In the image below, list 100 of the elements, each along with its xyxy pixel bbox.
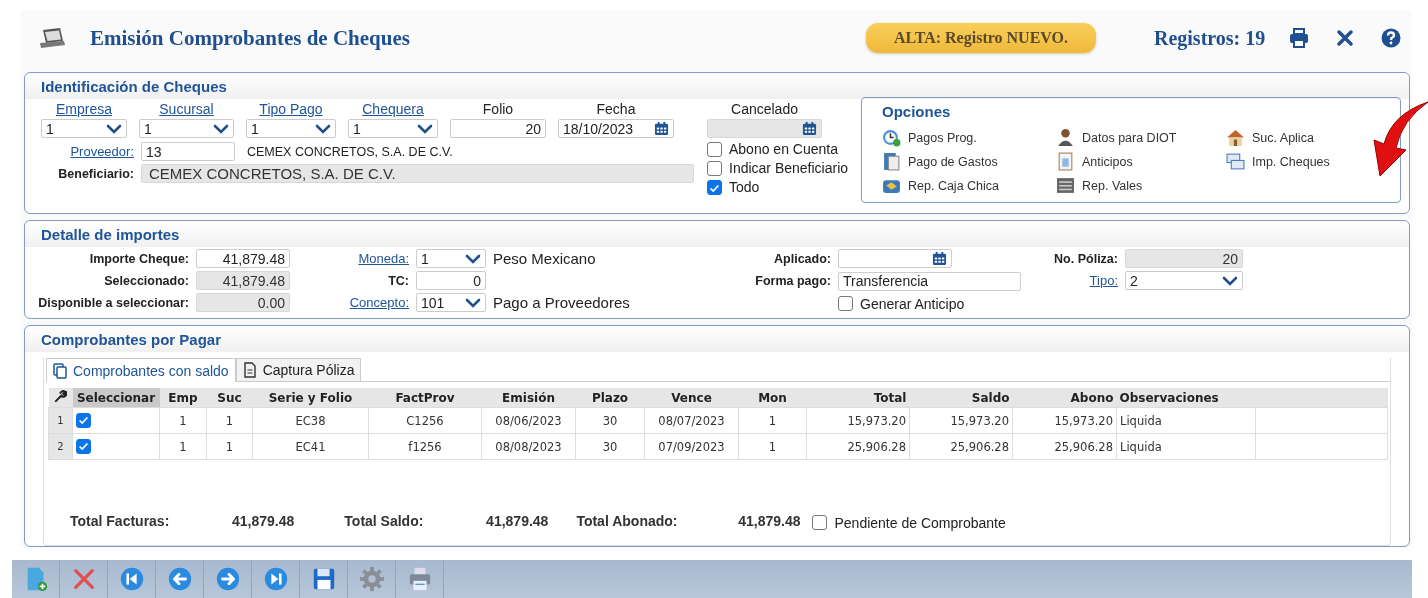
field-label: Seleccionado: [103,273,190,288]
checkbox[interactable] [707,160,722,176]
field-link[interactable]: Sucursal [139,101,234,117]
wrench-icon[interactable] [54,389,67,403]
table-cell: 25,906.28 [1012,433,1117,460]
field-link[interactable]: Tipo Pago [246,101,336,117]
column-header[interactable]: Suc [206,388,253,408]
table-cell: 1 [159,407,207,434]
column-header[interactable]: Observaciones [1116,388,1256,408]
table-cell: 08/07/2023 [644,407,739,434]
table-cell: Liquida [1116,433,1256,460]
column-header[interactable]: Plazo [575,388,645,408]
table-cell: C1256 [368,407,482,434]
field-label: Cancelado [730,101,799,117]
option-link[interactable]: Pagos Prog. [882,128,977,147]
record-count: Registros: 19 [1154,26,1266,50]
field-link[interactable]: Proveedor: [41,144,141,159]
date-field[interactable]: 18/10/2023 [558,119,674,138]
checkbox[interactable] [812,515,828,530]
select-field[interactable]: 101 [416,293,486,312]
person-icon [1056,128,1075,147]
field-label: Fecha [595,101,637,117]
field-link[interactable]: Chequera [348,101,438,117]
field-label: Disponible a seleccionar: [37,295,190,310]
option-link[interactable]: Imp. Cheques [1226,152,1330,171]
checkbox[interactable] [76,413,91,428]
table-cell: 08/06/2023 [481,407,576,434]
column-header[interactable]: Emp [159,388,207,408]
select-field[interactable]: 1 [139,119,234,138]
calendar-icon[interactable] [932,251,947,267]
column-header[interactable]: Vence [644,388,739,408]
column-header[interactable]: Seleccionar [72,388,160,408]
checkbox[interactable] [707,179,722,195]
option-link[interactable]: Pago de Gastos [882,152,998,171]
laptop-icon [38,27,66,49]
select-field[interactable]: 1 [246,119,336,138]
select-field[interactable]: 1 [41,119,127,138]
tab[interactable]: Captura Póliza [235,358,362,381]
table-cell: 30 [575,433,645,460]
clock-icon [882,128,901,147]
select-field[interactable]: 2 [1125,271,1243,290]
row-number: 1 [48,407,73,434]
field-link[interactable]: Tipo: [1023,273,1125,288]
total-label: Total Abonado: [576,513,678,529]
window-title: Emisión Comprobantes de Cheques [90,25,410,51]
calendar-icon[interactable] [654,121,669,136]
field-link[interactable]: Moneda: [303,251,416,266]
column-header[interactable]: Abono [1012,388,1117,408]
field-link[interactable]: Empresa [41,101,127,117]
printer-icon[interactable] [1289,28,1310,48]
table-cell: 25,906.28 [806,433,910,460]
chevron-icon [465,253,481,264]
calendar-icon[interactable] [802,121,817,136]
house-icon [1226,128,1245,147]
select-field[interactable]: 1 [348,119,438,138]
total-label: Total Facturas: [70,513,170,529]
text-field[interactable]: 13 [141,142,235,161]
currency-name: Peso Mexicano [493,250,597,267]
date-field[interactable] [838,249,952,269]
table-cell: 15,973.20 [909,407,1013,434]
close-icon[interactable] [1335,28,1356,48]
column-header[interactable]: Saldo [909,388,1013,408]
field-label: TC: [387,273,410,288]
panel-title: Opciones [881,102,952,122]
concept-name: Pago a Proveedores [493,294,631,311]
table-cell: 1 [738,407,807,434]
date-field[interactable] [707,119,822,138]
column-header[interactable]: Serie y Folio [252,388,369,408]
text-field[interactable]: 41,879.48 [196,249,290,268]
tab[interactable]: Comprobantes con saldo [46,358,236,382]
option-link[interactable]: Rep. Caja Chica [882,176,999,195]
column-header[interactable]: Mon [738,388,807,408]
column-header[interactable]: FactProv [368,388,482,408]
section-title: Identificación de Cheques [25,73,1409,99]
table-cell: 08/08/2023 [481,433,576,460]
section-title: Detalle de importes [25,221,1409,247]
copy-icon [53,362,67,379]
checkbox[interactable] [76,439,91,454]
column-header[interactable]: Total [806,388,910,408]
option-link[interactable]: Rep. Vales [1056,176,1143,195]
field-label: No. Póliza: [1053,251,1119,266]
text-field[interactable]: 20 [450,119,546,138]
text-field[interactable]: Transferencia [838,272,1021,291]
column-header[interactable]: Emisión [481,388,576,408]
text-field[interactable]: 0 [416,271,486,290]
select-field[interactable]: 1 [416,249,486,268]
first-icon[interactable] [118,566,145,592]
option-link[interactable]: Anticipos [1056,152,1133,171]
help-icon[interactable] [1381,28,1402,48]
checkbox-label: Pendiente de Comprobante [834,514,1006,531]
option-link[interactable]: Suc. Aplica [1226,128,1314,147]
field-label: Folio [481,101,515,117]
field-link[interactable]: Concepto: [303,295,416,310]
supplier-name: CEMEX CONCRETOS, S.A. DE C.V. [247,144,453,159]
checkbox[interactable] [707,141,722,157]
option-link[interactable]: Datos para DIOT [1056,128,1177,147]
last-icon[interactable] [262,566,289,592]
total-value: 41,879.48 [737,513,801,529]
checkbox[interactable] [838,296,853,312]
document-icon [242,362,257,378]
